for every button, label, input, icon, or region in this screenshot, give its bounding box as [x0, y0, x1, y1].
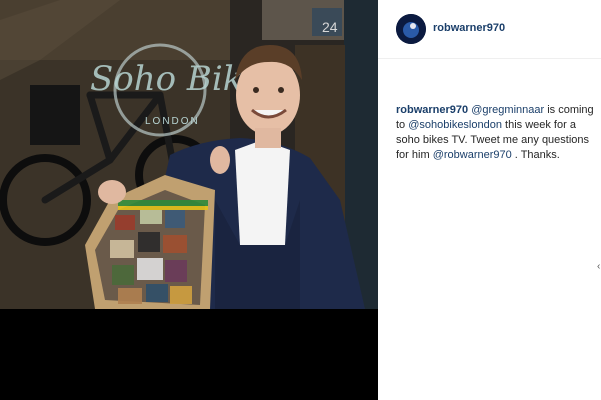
chevron-right-icon[interactable]: ‹: [597, 262, 601, 272]
avatar-image: [396, 14, 426, 44]
door-number: 24: [322, 19, 338, 35]
mention-link[interactable]: @sohobikeslondon: [408, 119, 502, 131]
avatar[interactable]: [396, 14, 426, 44]
author-username[interactable]: robwarner970: [433, 22, 505, 34]
shop-sign-sub: LONDON: [145, 116, 200, 127]
post-caption: robwarner970 @gregminnaar is coming to @…: [396, 103, 596, 163]
post-header: robwarner970: [378, 0, 601, 59]
post-photo[interactable]: Soho Bikes LONDON 24: [0, 0, 378, 309]
caption-text: . Thanks.: [511, 149, 560, 161]
photo-pane: Soho Bikes LONDON 24: [0, 0, 378, 400]
caption-author[interactable]: robwarner970: [396, 104, 468, 116]
mention-link[interactable]: @gregminnaar: [471, 104, 544, 116]
mention-link[interactable]: @robwarner970: [433, 149, 512, 161]
photo-illustration: Soho Bikes LONDON 24: [0, 0, 378, 309]
post-sidebar: robwarner970 robwarner970 @gregminnaar i…: [378, 0, 601, 400]
